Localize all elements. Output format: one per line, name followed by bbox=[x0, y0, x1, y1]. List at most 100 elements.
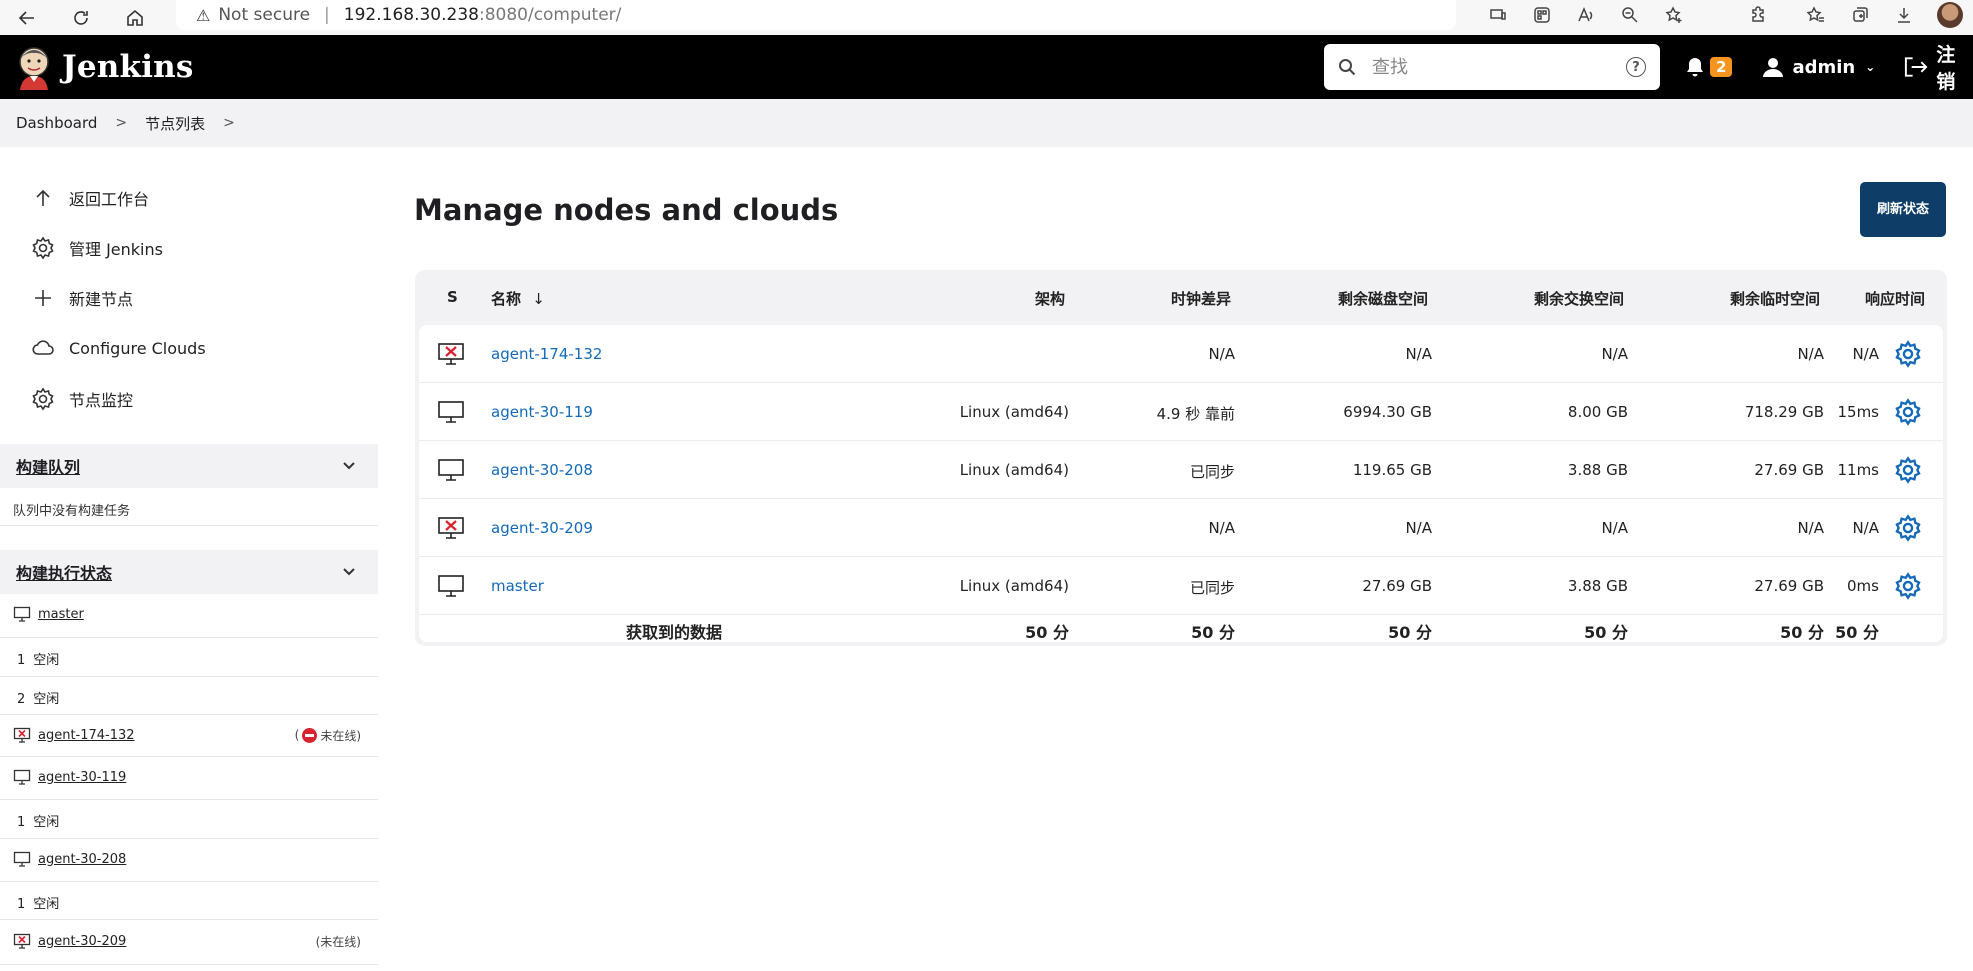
column-name[interactable]: 名称 ↓ bbox=[491, 288, 545, 309]
executor-node-link[interactable]: agent-30-208 bbox=[38, 852, 126, 867]
user-menu[interactable]: admin ⌄ bbox=[1762, 56, 1875, 78]
table-row: agent-30-208 Linux (amd64) 已同步 119.65 GB… bbox=[419, 441, 1943, 499]
search-help-icon[interactable]: ? bbox=[1626, 57, 1646, 77]
build-queue-header[interactable]: 构建队列 bbox=[0, 444, 378, 488]
column-clock[interactable]: 时钟差异 bbox=[1091, 288, 1231, 309]
clock-cell: N/A bbox=[1208, 345, 1235, 363]
node-settings-gear-icon[interactable] bbox=[1894, 514, 1922, 542]
search-input[interactable] bbox=[1372, 56, 1626, 78]
sort-arrow-icon: ↓ bbox=[532, 290, 545, 308]
offline-stop-icon bbox=[302, 727, 318, 743]
chevron-down-icon: ⌄ bbox=[1865, 60, 1876, 74]
column-status[interactable]: S bbox=[447, 288, 458, 306]
favorites-icon[interactable] bbox=[1805, 4, 1827, 26]
disk-cell: N/A bbox=[1405, 519, 1432, 537]
node-link[interactable]: agent-174-132 bbox=[491, 345, 602, 363]
address-bar[interactable]: ⚠ Not secure | 192.168.30.238:8080/compu… bbox=[176, 0, 1456, 30]
node-link[interactable]: agent-30-209 bbox=[491, 519, 593, 537]
url-path: :8080/computer/ bbox=[478, 5, 622, 25]
logout-button[interactable]: 注销 bbox=[1903, 40, 1973, 94]
node-settings-gear-icon[interactable] bbox=[1894, 456, 1922, 484]
node-settings-gear-icon[interactable] bbox=[1894, 398, 1922, 426]
read-aloud-icon[interactable] bbox=[1575, 4, 1597, 26]
table-footer: 获取到的数据 50 分 50 分 50 分 50 分 50 分 50 分 bbox=[419, 615, 1943, 642]
executors-title[interactable]: 构建执行状态 bbox=[16, 560, 112, 584]
extensions-icon[interactable] bbox=[1747, 4, 1769, 26]
column-arch[interactable]: 架构 bbox=[955, 288, 1065, 309]
task-back-to-dashboard[interactable]: 返回工作台 bbox=[30, 183, 149, 213]
executors-header[interactable]: 构建执行状态 bbox=[0, 550, 378, 594]
executor-number: 1 bbox=[17, 653, 26, 668]
refresh-status-button[interactable]: 刷新状态 bbox=[1860, 182, 1946, 237]
apps-icon[interactable] bbox=[1531, 4, 1553, 26]
chevron-down-icon[interactable] bbox=[342, 457, 356, 476]
executor-node-link[interactable]: master bbox=[38, 607, 84, 622]
jenkins-logo[interactable]: Jenkins bbox=[16, 44, 194, 90]
gear-icon bbox=[30, 235, 56, 261]
response-cell: 11ms bbox=[1837, 461, 1879, 479]
node-status: (未在线) bbox=[315, 934, 361, 949]
favorite-add-icon[interactable] bbox=[1663, 4, 1685, 26]
executor-node-agent-30-208: agent-30-208 bbox=[13, 847, 365, 871]
task-manage-jenkins[interactable]: 管理 Jenkins bbox=[30, 233, 163, 263]
task-configure-clouds[interactable]: Configure Clouds bbox=[30, 333, 206, 363]
divider bbox=[0, 919, 378, 920]
executor-node-agent-174-132: agent-174-132 (未在线) bbox=[13, 723, 365, 747]
user-name: admin bbox=[1792, 56, 1856, 78]
column-disk[interactable]: 剩余磁盘空间 bbox=[1228, 288, 1428, 309]
breadcrumb-node-list[interactable]: 节点列表 bbox=[145, 113, 205, 134]
profile-avatar[interactable] bbox=[1937, 2, 1963, 28]
column-name-label: 名称 bbox=[491, 290, 522, 308]
sidebar: 返回工作台 管理 Jenkins 新建节点 Configure Clouds 节… bbox=[0, 147, 378, 971]
task-label: 管理 Jenkins bbox=[69, 240, 163, 259]
node-name-cell: agent-30-208 bbox=[491, 461, 593, 479]
downloads-icon[interactable] bbox=[1893, 4, 1915, 26]
node-name-cell: agent-30-119 bbox=[491, 403, 593, 421]
node-link[interactable]: agent-30-119 bbox=[491, 403, 593, 421]
response-cell: 15ms bbox=[1837, 403, 1879, 421]
search-box: ? bbox=[1324, 44, 1660, 90]
breadcrumb-dashboard[interactable]: Dashboard bbox=[16, 114, 97, 132]
address-separator: | bbox=[324, 5, 330, 25]
chevron-down-icon[interactable] bbox=[342, 563, 356, 582]
search-icon bbox=[1339, 59, 1356, 76]
node-link[interactable]: master bbox=[491, 577, 544, 595]
footer-response: 50 分 bbox=[1835, 623, 1879, 642]
executor-state: 空闲 bbox=[33, 653, 60, 668]
node-settings-gear-icon[interactable] bbox=[1894, 340, 1922, 368]
executor-state: 空闲 bbox=[33, 692, 60, 707]
task-label: 返回工作台 bbox=[69, 190, 150, 209]
notifications-button[interactable]: 2 bbox=[1684, 56, 1733, 78]
node-link[interactable]: agent-30-208 bbox=[491, 461, 593, 479]
table-body: agent-174-132 N/A N/A N/A N/A N/A agent-… bbox=[419, 325, 1943, 642]
column-swap[interactable]: 剩余交换空间 bbox=[1424, 288, 1624, 309]
jenkins-header: Jenkins ? 2 admin ⌄ 注销 bbox=[0, 35, 1973, 99]
reload-button[interactable] bbox=[68, 5, 94, 31]
clock-cell: 已同步 bbox=[1189, 579, 1235, 597]
node-settings-gear-icon[interactable] bbox=[1894, 572, 1922, 600]
task-new-node[interactable]: 新建节点 bbox=[30, 283, 133, 313]
task-label: 节点监控 bbox=[69, 391, 134, 410]
back-button[interactable] bbox=[14, 5, 40, 31]
disk-cell: 119.65 GB bbox=[1352, 461, 1432, 479]
collections-icon[interactable] bbox=[1849, 4, 1871, 26]
divider bbox=[0, 881, 378, 882]
column-response[interactable]: 响应时间 bbox=[1755, 288, 1925, 309]
divider bbox=[0, 799, 378, 800]
executor-node-link[interactable]: agent-174-132 bbox=[38, 728, 135, 743]
chevron-right-icon[interactable]: > bbox=[223, 115, 235, 131]
page-title: Manage nodes and clouds bbox=[414, 193, 839, 227]
task-node-monitoring[interactable]: 节点监控 bbox=[30, 384, 133, 414]
device-icon[interactable] bbox=[1487, 4, 1509, 26]
build-queue-title[interactable]: 构建队列 bbox=[16, 454, 80, 478]
arrow-up-icon bbox=[30, 185, 56, 211]
zoom-out-icon[interactable] bbox=[1619, 4, 1641, 26]
executor-node-link[interactable]: agent-30-209 bbox=[38, 934, 126, 949]
executor-number: 1 bbox=[17, 815, 26, 830]
logout-label: 注销 bbox=[1936, 44, 1956, 93]
home-button[interactable] bbox=[122, 5, 148, 31]
breadcrumb: Dashboard > 节点列表 > bbox=[0, 99, 1973, 147]
table-row: agent-30-209 N/A N/A N/A N/A N/A bbox=[419, 499, 1943, 557]
arch-cell: Linux (amd64) bbox=[959, 577, 1069, 595]
executor-node-link[interactable]: agent-30-119 bbox=[38, 770, 126, 785]
